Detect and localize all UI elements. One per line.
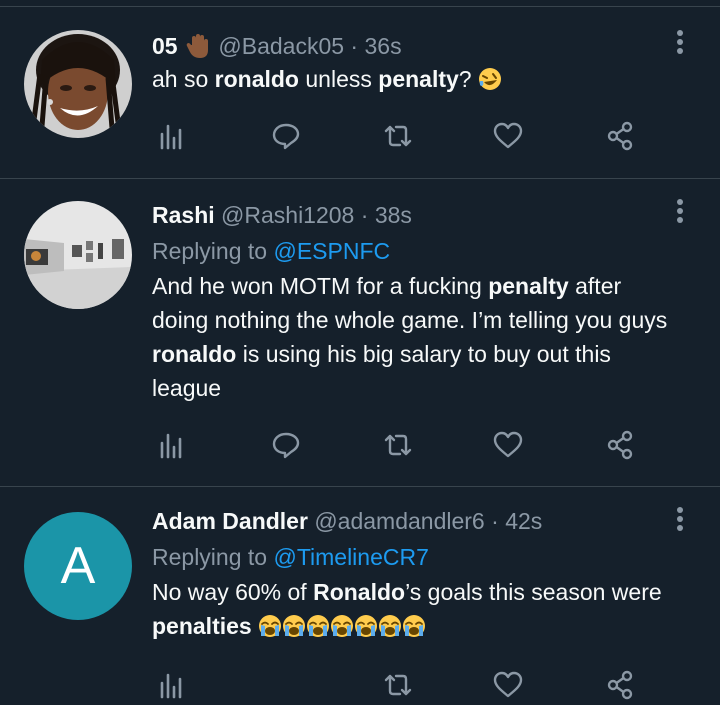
display-name[interactable]: 05 [152, 33, 178, 59]
user-handle[interactable]: @Rashi1208 [221, 202, 354, 228]
share-icon [607, 430, 633, 460]
separator-dot: · [360, 202, 369, 228]
avatar[interactable]: A [24, 512, 132, 620]
tweet-badack05[interactable]: 05 @Badack05 · 36s ah so ronaldo unless … [0, 0, 720, 178]
tweet-text: And he won MOTM for a fucking penalty af… [152, 269, 682, 405]
raised-hand-emoji-icon [186, 34, 208, 58]
separator-dot: · [350, 33, 359, 59]
like-icon [493, 122, 523, 149]
highlight-keyword: penalty [378, 66, 459, 92]
retweet-button[interactable] [378, 116, 418, 156]
like-button[interactable] [488, 425, 528, 465]
highlight-keyword: ronaldo [214, 66, 299, 92]
retweet-button[interactable] [378, 665, 418, 705]
display-name[interactable]: Rashi [152, 202, 215, 228]
retweet-icon [384, 125, 412, 147]
analytics-button[interactable] [152, 425, 192, 465]
share-button[interactable] [600, 116, 640, 156]
analytics-icon [160, 433, 182, 459]
more-dots-icon [677, 507, 683, 531]
analytics-icon [160, 124, 182, 150]
like-button[interactable] [488, 116, 528, 156]
share-button[interactable] [600, 665, 640, 705]
replying-prefix: Replying to [152, 238, 268, 264]
avatar[interactable] [24, 201, 132, 309]
avatar[interactable] [24, 30, 132, 138]
replying-handle-link[interactable]: @TimelineCR7 [273, 544, 428, 570]
analytics-button[interactable] [152, 116, 192, 156]
share-button[interactable] [600, 425, 640, 465]
loudly-crying-face-emoji-icon [331, 615, 354, 637]
analytics-icon [160, 673, 182, 699]
text-part: No way 60% of [152, 579, 314, 605]
loudly-crying-face-emoji-icon [283, 615, 306, 637]
replying-prefix: Replying to [152, 544, 268, 570]
retweet-icon [384, 674, 412, 696]
more-options-button[interactable] [670, 195, 690, 227]
avatar-photo [24, 201, 132, 309]
timestamp[interactable]: 36s [364, 33, 401, 59]
user-handle[interactable]: @Badack05 [218, 33, 344, 59]
highlight-keyword: Ronaldo [313, 579, 406, 605]
text-part: ? [458, 66, 478, 92]
text-part: ah so [152, 66, 215, 92]
tweet-actions [152, 425, 652, 465]
retweet-button[interactable] [378, 425, 418, 465]
more-options-button[interactable] [670, 503, 690, 535]
timestamp[interactable]: 38s [375, 202, 412, 228]
separator-dot: · [491, 508, 499, 534]
highlight-keyword: penalty [488, 273, 569, 299]
like-icon [493, 671, 523, 698]
tweet-header: Rashi @Rashi1208 · 38s [152, 199, 682, 231]
text-part: unless [299, 66, 379, 92]
share-icon [607, 670, 633, 700]
loudly-crying-face-emoji-icon [259, 615, 282, 637]
highlight-keyword: penalties [152, 613, 252, 639]
avatar-letter: A [60, 537, 96, 595]
tweet-actions [152, 665, 652, 705]
replying-to: Replying to @ESPNFC [152, 235, 682, 267]
display-name[interactable]: Adam Dandler [152, 508, 308, 534]
like-icon [493, 431, 523, 458]
emoji-group [258, 613, 426, 639]
tweet-text: No way 60% of Ronaldo’s goals this seaso… [152, 575, 682, 643]
user-handle[interactable]: @adamdandler6 [314, 508, 484, 534]
rolling-on-floor-laughing-emoji-icon [478, 68, 501, 90]
loudly-crying-face-emoji-icon [355, 615, 378, 637]
tweet-rashi1208[interactable]: Rashi @Rashi1208 · 38s Replying to @ESPN… [0, 179, 720, 486]
reply-button[interactable] [266, 116, 306, 156]
reply-button[interactable] [266, 425, 306, 465]
more-dots-icon [677, 199, 683, 223]
tweet-header: Adam Dandler @adamdandler6 · 42s [152, 505, 682, 537]
loudly-crying-face-emoji-icon [307, 615, 330, 637]
more-dots-icon [677, 30, 683, 54]
share-icon [607, 121, 633, 151]
replying-handle-link[interactable]: @ESPNFC [273, 238, 390, 264]
text-part: And he won MOTM for a fucking [152, 273, 489, 299]
highlight-keyword: ronaldo [152, 341, 237, 367]
tweet-actions [152, 116, 652, 156]
avatar-photo [24, 30, 132, 138]
loudly-crying-face-emoji-icon [379, 615, 402, 637]
analytics-button[interactable] [152, 665, 192, 705]
reply-icon [272, 432, 300, 459]
tweet-header: 05 @Badack05 · 36s [152, 30, 682, 62]
like-button[interactable] [488, 665, 528, 705]
timestamp[interactable]: 42s [505, 508, 542, 534]
tweet-text: ah so ronaldo unless penalty? [152, 62, 682, 96]
retweet-icon [384, 434, 412, 456]
replying-to: Replying to @TimelineCR7 [152, 541, 682, 573]
tweet-adamdandler6[interactable]: A Adam Dandler @adamdandler6 · 42s Reply… [0, 487, 720, 700]
reply-icon [272, 123, 300, 150]
text-part: ’s goals this season were [405, 579, 662, 605]
more-options-button[interactable] [670, 26, 690, 58]
loudly-crying-face-emoji-icon [403, 615, 426, 637]
